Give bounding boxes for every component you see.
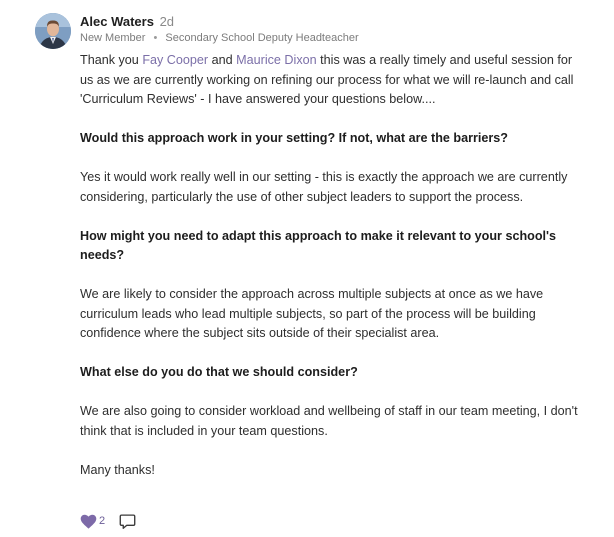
mention-maurice-dixon[interactable]: Maurice Dixon [236,53,317,67]
avatar-photo [35,13,71,49]
question-1: Would this approach work in your setting… [80,131,509,145]
post: Alec Waters 2d New Member • Secondary Sc… [0,0,614,537]
meta-separator: • [153,32,158,44]
like-count: 2 [99,515,106,527]
post-body: Thank you Fay Cooper and Maurice Dixon t… [80,51,585,500]
answer-1: Yes it would work really well in our set… [80,170,568,204]
author-name[interactable]: Alec Waters [80,14,154,29]
avatar[interactable] [35,13,71,49]
author-line: Alec Waters 2d [80,13,604,30]
question-3: What else do you do that we should consi… [80,365,358,379]
comment-button[interactable] [119,513,136,530]
question-2: How might you need to adapt this approac… [80,228,557,263]
mention-fay-cooper[interactable]: Fay Cooper [142,53,208,67]
heart-icon [80,514,97,529]
author-meta: New Member • Secondary School Deputy Hea… [80,31,604,46]
post-time[interactable]: 2d [160,14,174,29]
like-button[interactable]: 2 [80,514,119,529]
member-status: New Member [80,32,146,44]
answer-3: We are also going to consider workload a… [80,404,578,438]
intro-text-and: and [208,53,237,67]
intro-text-start: Thank you [80,53,143,67]
answer-2: We are likely to consider the approach a… [80,287,544,340]
post-header: Alec Waters 2d New Member • Secondary Sc… [80,13,604,46]
author-role: Secondary School Deputy Headteacher [165,32,359,44]
intro-paragraph: Thank you Fay Cooper and Maurice Dixon t… [80,51,585,110]
comment-icon [119,513,136,529]
signoff: Many thanks! [80,462,155,477]
post-actions: 2 [80,512,136,530]
